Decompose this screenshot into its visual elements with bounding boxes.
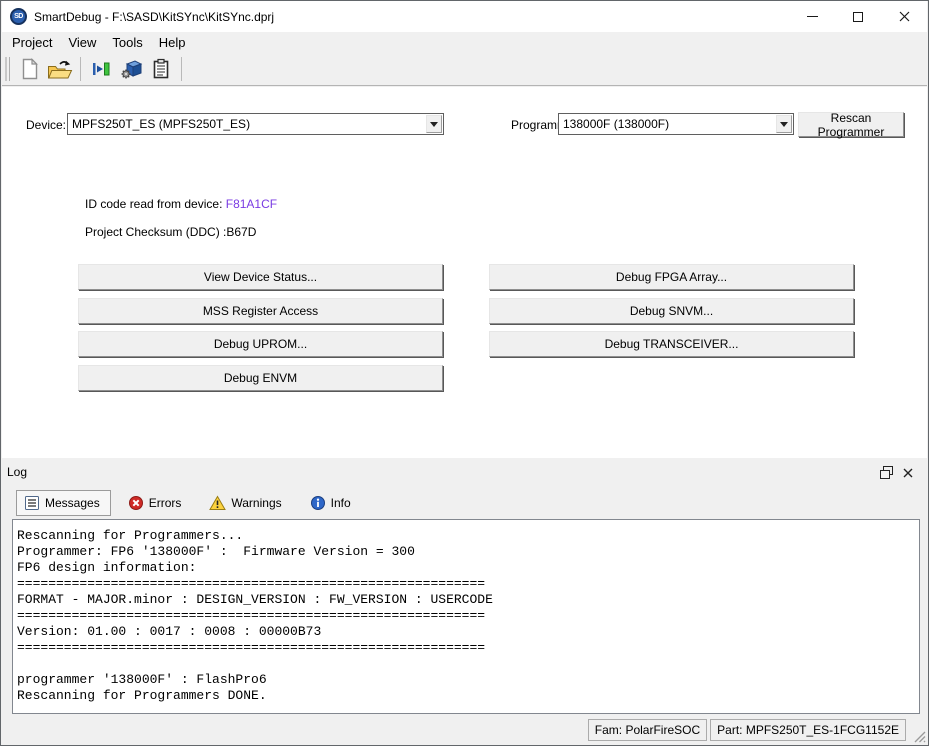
checksum-line: Project Checksum (DDC) :B67D: [85, 225, 256, 239]
log-float-button[interactable]: [878, 465, 894, 480]
main-panel: Device: MPFS250T_ES (MPFS250T_ES) Progra…: [2, 87, 927, 458]
tab-messages[interactable]: Messages: [16, 490, 111, 516]
close-icon: [899, 11, 910, 22]
titlebar: SD SmartDebug - F:\SASD\KitSYnc\KitSYnc.…: [2, 1, 927, 32]
maximize-icon: [853, 12, 863, 22]
menu-help[interactable]: Help: [151, 34, 194, 51]
menu-tools[interactable]: Tools: [104, 34, 150, 51]
device-combobox-value: MPFS250T_ES (MPFS250T_ES): [68, 114, 425, 134]
toolbar-separator: [80, 57, 81, 81]
tab-errors[interactable]: Errors: [120, 490, 193, 516]
programmer-combobox-value: 138000F (138000F): [559, 114, 775, 134]
statusbar: Fam: PolarFireSOC Part: MPFS250T_ES-1FCG…: [2, 716, 927, 744]
connect-device-icon: [90, 58, 112, 80]
idcode-value: F81A1CF: [226, 197, 277, 211]
debug-snvm-button[interactable]: Debug SNVM...: [489, 298, 854, 324]
programmer-combobox[interactable]: 138000F (138000F): [558, 113, 794, 135]
close-icon: [903, 468, 913, 478]
tab-info-label: Info: [331, 496, 351, 510]
log-close-button[interactable]: [900, 465, 916, 480]
menu-view[interactable]: View: [60, 34, 104, 51]
debug-uprom-button[interactable]: Debug UPROM...: [78, 331, 443, 357]
chevron-down-icon: [780, 122, 788, 127]
programmer-combobox-arrow[interactable]: [776, 115, 792, 133]
log-report-button[interactable]: [147, 55, 175, 83]
new-project-button[interactable]: [16, 55, 44, 83]
open-project-button[interactable]: [46, 55, 74, 83]
idcode-line: ID code read from device: F81A1CF: [85, 197, 277, 211]
mss-register-access-button[interactable]: MSS Register Access: [78, 298, 443, 324]
view-device-status-button[interactable]: View Device Status...: [78, 264, 443, 290]
log-text: Rescanning for Programmers... Programmer…: [12, 519, 920, 714]
device-combobox-arrow[interactable]: [426, 115, 442, 133]
debug-envm-button[interactable]: Debug ENVM: [78, 365, 443, 391]
new-project-icon: [20, 58, 40, 80]
programmer-settings-button[interactable]: [117, 55, 145, 83]
checksum-label: Project Checksum (DDC) :: [85, 225, 226, 239]
maximize-button[interactable]: [835, 1, 881, 32]
tab-info[interactable]: Info: [302, 490, 362, 516]
toolbar-separator: [181, 57, 182, 81]
log-panel-title: Log: [7, 465, 27, 479]
programmer-settings-icon: [119, 58, 143, 80]
app-icon[interactable]: SD: [10, 8, 27, 25]
minimize-icon: [807, 16, 818, 17]
device-label: Device:: [26, 118, 66, 132]
log-report-icon: [150, 58, 172, 80]
tab-errors-label: Errors: [149, 496, 182, 510]
info-icon: [310, 495, 326, 511]
menu-project[interactable]: Project: [4, 34, 60, 51]
close-button[interactable]: [881, 1, 927, 32]
window-title: SmartDebug - F:\SASD\KitSYnc\KitSYnc.dpr…: [34, 10, 274, 24]
errors-icon: [128, 495, 144, 511]
connect-device-button[interactable]: [87, 55, 115, 83]
debug-fpga-array-button[interactable]: Debug FPGA Array...: [489, 264, 854, 290]
smartdebug-window: SD SmartDebug - F:\SASD\KitSYnc\KitSYnc.…: [0, 0, 929, 746]
checksum-value: B67D: [226, 225, 256, 239]
resize-grip[interactable]: [912, 729, 926, 743]
rescan-programmer-button[interactable]: Rescan Programmer: [798, 112, 904, 137]
chevron-down-icon: [430, 122, 438, 127]
family-status-badge: Fam: PolarFireSOC: [588, 719, 707, 741]
tab-warnings-label: Warnings: [231, 496, 281, 510]
tab-warnings[interactable]: Warnings: [201, 490, 292, 516]
warnings-icon: [209, 495, 226, 511]
minimize-button[interactable]: [789, 1, 835, 32]
messages-icon: [24, 495, 40, 511]
toolbar: [2, 52, 927, 86]
debug-transceiver-button[interactable]: Debug TRANSCEIVER...: [489, 331, 854, 357]
toolbar-grip[interactable]: [5, 57, 10, 81]
idcode-label: ID code read from device:: [85, 197, 226, 211]
tab-messages-label: Messages: [45, 496, 100, 510]
log-tabs: Messages Errors Warnings: [16, 490, 371, 516]
float-window-icon: [880, 466, 893, 479]
menubar: Project View Tools Help: [2, 32, 927, 52]
device-combobox[interactable]: MPFS250T_ES (MPFS250T_ES): [67, 113, 444, 135]
part-status-badge: Part: MPFS250T_ES-1FCG1152E: [710, 719, 906, 741]
open-project-icon: [47, 57, 73, 81]
log-panel: Log Messages Erro: [2, 458, 927, 719]
